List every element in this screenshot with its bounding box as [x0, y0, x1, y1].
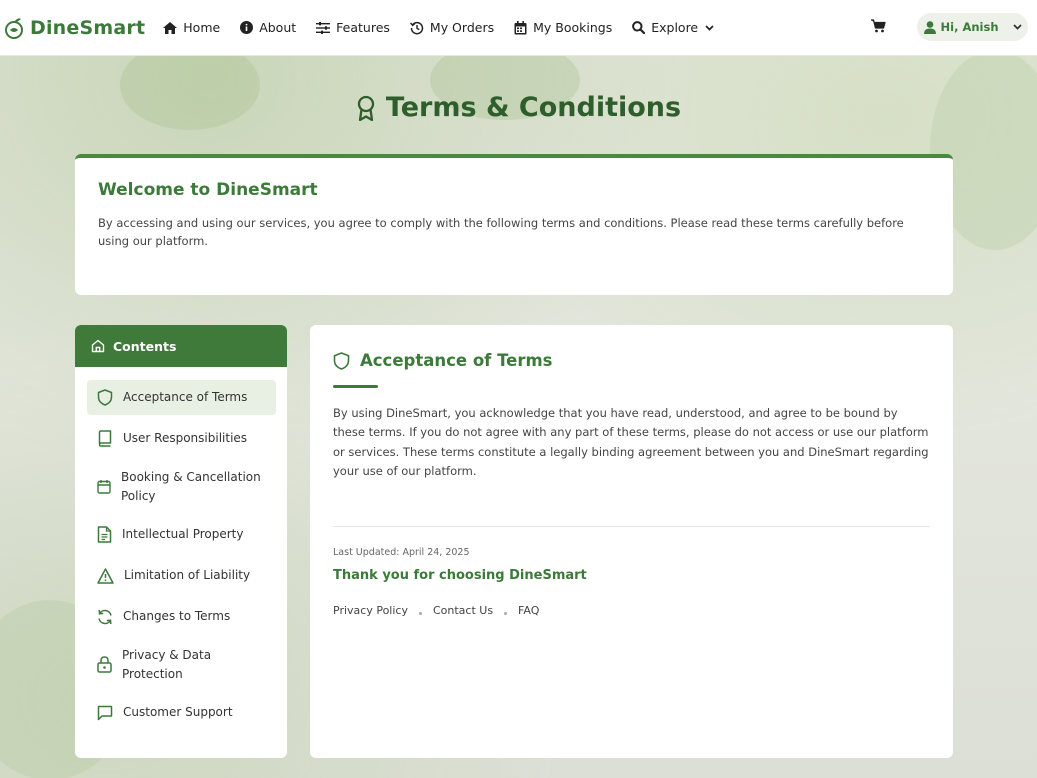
section-title: Acceptance of Terms [360, 351, 553, 370]
section-body: By using DineSmart, you acknowledge that… [333, 406, 929, 478]
home-outline-icon [91, 339, 113, 353]
sidebar-item-label: User Responsibilities [123, 431, 248, 445]
chat-icon [97, 705, 113, 721]
brand-logo[interactable]: DineSmart [4, 17, 145, 39]
sidebar-item-changes-to-terms[interactable]: Changes to Terms [87, 599, 276, 634]
footer-links: Privacy Policy Contact Us FAQ [333, 604, 539, 617]
brand-name: DineSmart [30, 16, 146, 39]
nav-item-my-bookings[interactable]: My Bookings [514, 20, 612, 35]
sidebar-item-label: Intellectual Property [122, 527, 244, 541]
sidebar-item-user-responsibilities[interactable]: User Responsibilities [87, 421, 276, 456]
nav-label: About [259, 20, 297, 35]
nav-item-my-orders[interactable]: My Orders [409, 20, 495, 35]
nav-label: My Bookings [533, 20, 613, 35]
sidebar-item-label: Customer Support [123, 705, 233, 719]
sidebar-item-label: Acceptance of Terms [123, 390, 248, 404]
sidebar-item-label: Booking & Cancellation Policy [121, 469, 261, 503]
book-icon [97, 430, 113, 447]
leaf-logo-icon [4, 17, 24, 39]
nav-item-home[interactable]: Home [163, 20, 220, 35]
search-icon [632, 21, 651, 34]
page-title-row: Terms & Conditions [0, 92, 1037, 123]
separator-dot [504, 612, 508, 615]
nav-label: Explore [651, 20, 699, 35]
nav-item-explore[interactable]: Explore [632, 20, 720, 35]
welcome-card: Welcome to DineSmart By accessing and us… [75, 154, 953, 295]
contents-sidebar: Contents Acceptance of Terms User Respon… [75, 325, 287, 758]
warning-icon [97, 567, 114, 584]
nav-label: My Orders [429, 20, 495, 35]
sidebar-item-limitation-of-liability[interactable]: Limitation of Liability [87, 558, 276, 593]
last-updated: Last Updated: April 24, 2025 [333, 547, 470, 558]
home-icon [163, 21, 183, 34]
sidebar-item-label: Limitation of Liability [124, 568, 251, 582]
contents-header: Contents [75, 325, 287, 367]
sidebar-item-acceptance-of-terms[interactable]: Acceptance of Terms [87, 380, 276, 415]
refresh-icon [97, 609, 113, 625]
welcome-heading: Welcome to DineSmart [98, 180, 318, 200]
sidebar-item-booking-cancellation[interactable]: Booking & Cancellation Policy [87, 462, 276, 511]
history-icon [409, 21, 430, 35]
user-greeting: Hi, Anish [940, 20, 999, 34]
content-card: Acceptance of Terms By using DineSmart, … [310, 325, 953, 758]
cart-button[interactable] [871, 19, 886, 33]
shield-icon [97, 389, 113, 406]
navbar: DineSmart Home About Features My Orders … [0, 0, 1037, 56]
welcome-text: By accessing and using our services, you… [98, 216, 904, 248]
nav-item-about[interactable]: About [240, 20, 296, 35]
divider [333, 526, 930, 527]
calendar-icon [97, 479, 111, 494]
section-title-underline [333, 385, 378, 388]
faq-link[interactable]: FAQ [518, 604, 539, 617]
sidebar-item-intellectual-property[interactable]: Intellectual Property [87, 517, 276, 552]
user-menu-button[interactable]: Hi, Anish [917, 13, 1028, 41]
nav-label: Features [336, 20, 390, 35]
contents-list: Acceptance of Terms User Responsibilitie… [75, 367, 287, 730]
separator-dot [418, 612, 422, 615]
contact-us-link[interactable]: Contact Us [433, 604, 493, 617]
info-icon [240, 21, 259, 34]
privacy-policy-link[interactable]: Privacy Policy [333, 604, 408, 617]
nav-item-features[interactable]: Features [316, 20, 390, 35]
contents-title: Contents [113, 338, 177, 354]
sidebar-item-label: Privacy & Data Protection [122, 647, 212, 681]
sidebar-item-label: Changes to Terms [123, 609, 231, 623]
award-icon [356, 95, 376, 121]
chevron-down-icon [1008, 24, 1027, 30]
lock-icon [97, 656, 112, 673]
nav-menu: Home About Features My Orders My Booking… [163, 20, 740, 35]
chevron-down-icon [705, 24, 720, 31]
user-icon [919, 20, 941, 34]
page-title: Terms & Conditions [385, 92, 682, 123]
sliders-icon [316, 21, 336, 34]
thank-you-message: Thank you for choosing DineSmart [333, 568, 587, 583]
document-icon [97, 526, 112, 543]
section-title-row: Acceptance of Terms [333, 351, 552, 370]
calendar-icon [514, 20, 533, 35]
cart-icon [871, 19, 886, 33]
shield-icon [333, 351, 360, 370]
sidebar-item-privacy-data-protection[interactable]: Privacy & Data Protection [87, 640, 276, 689]
nav-label: Home [183, 20, 221, 35]
sidebar-item-customer-support[interactable]: Customer Support [87, 695, 276, 730]
